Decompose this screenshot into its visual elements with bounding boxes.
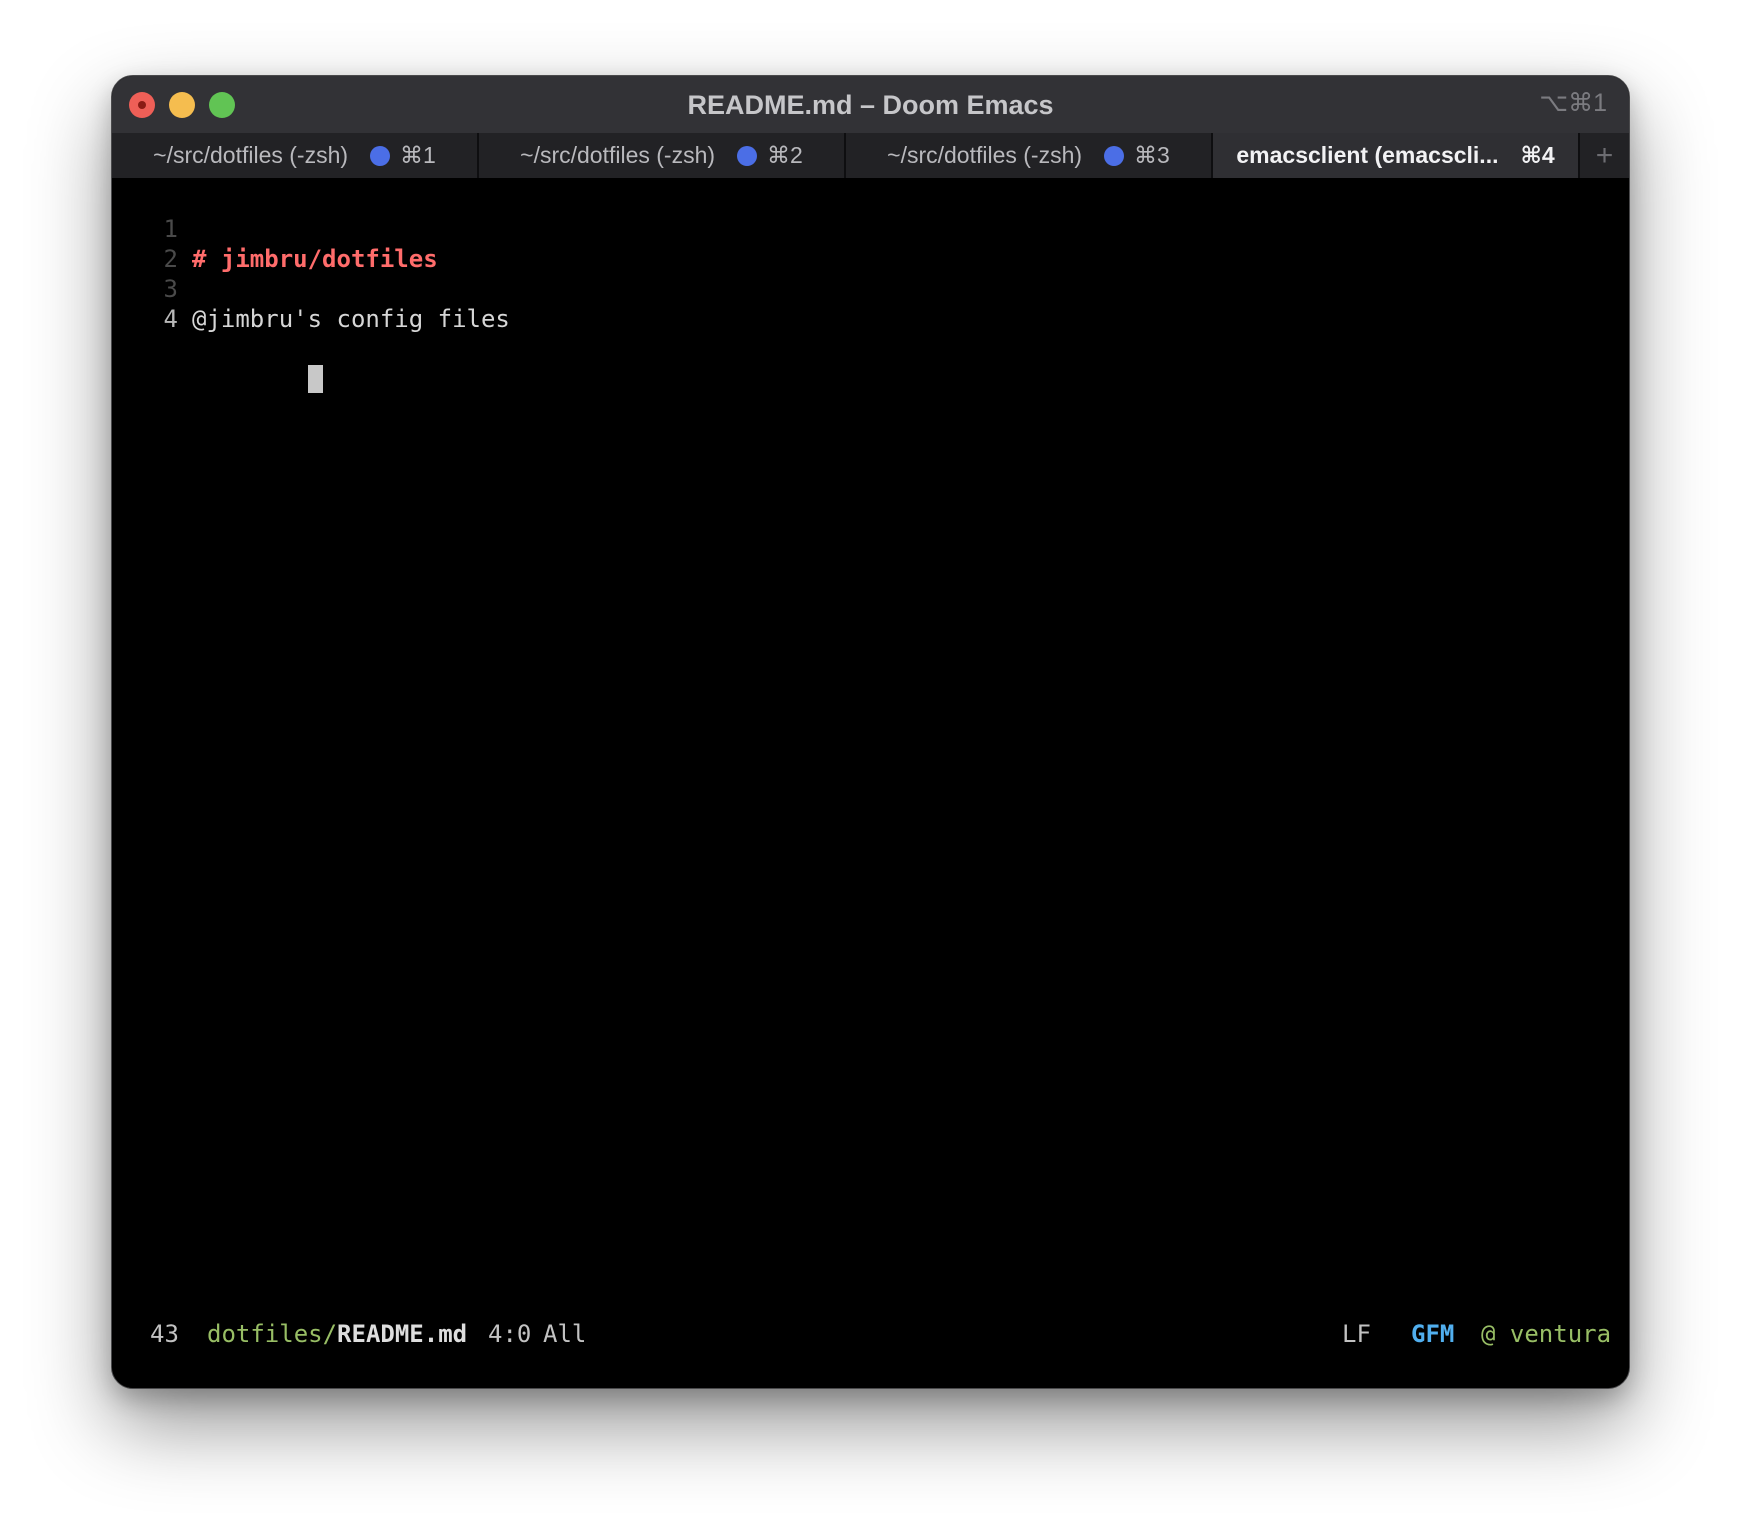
modeline-line-count: 43 bbox=[150, 1320, 179, 1348]
tab-4[interactable]: emacsclient (emacscli... ⌘4 bbox=[1213, 133, 1580, 178]
tab-shortcut: ⌘4 bbox=[1520, 142, 1555, 168]
editor-line: 3 @jimbru's config files bbox=[112, 244, 510, 333]
tab-activity-dot-icon bbox=[370, 145, 391, 166]
modeline-position: 4:0 bbox=[488, 1320, 532, 1348]
line-number: 4 bbox=[163, 305, 178, 333]
mode-line: 43 dotfiles/README.md 4:0 All LF GFM @ v… bbox=[112, 1296, 1629, 1388]
line-text bbox=[192, 334, 323, 424]
editor-buffer[interactable]: 1 # jimbru/dotfiles 2 3 @jimbru's config… bbox=[112, 178, 1629, 1296]
line-text: @jimbru's config files bbox=[192, 305, 510, 333]
line-text: # jimbru/dotfiles bbox=[192, 245, 438, 273]
modeline-dir: dotfiles/ bbox=[207, 1320, 338, 1348]
tab-label: ~/src/dotfiles (-zsh) bbox=[520, 142, 716, 168]
tab-label: emacsclient (emacscli... bbox=[1236, 142, 1499, 168]
tab-label: ~/src/dotfiles (-zsh) bbox=[153, 142, 349, 168]
modeline-eol: LF bbox=[1342, 1320, 1371, 1348]
tab-2[interactable]: ~/src/dotfiles (-zsh) ⌘2 bbox=[479, 133, 846, 178]
title-bar: README.md – Doom Emacs ⌥⌘1 bbox=[112, 76, 1629, 133]
editor-line: 4 bbox=[112, 274, 323, 393]
tab-1[interactable]: ~/src/dotfiles (-zsh) ⌘1 bbox=[112, 133, 479, 178]
terminal-window: README.md – Doom Emacs ⌥⌘1 ~/src/dotfile… bbox=[111, 75, 1630, 1389]
editor-line: 1 # jimbru/dotfiles bbox=[112, 184, 438, 273]
modeline-file: README.md bbox=[337, 1320, 468, 1348]
new-tab-button[interactable]: + bbox=[1580, 133, 1629, 178]
modeline-host: @ ventura bbox=[1481, 1320, 1612, 1348]
tab-shortcut: ⌘1 bbox=[400, 142, 436, 168]
modeline-buffer-path: dotfiles/README.md bbox=[207, 1320, 467, 1348]
window-title: README.md – Doom Emacs bbox=[687, 90, 1054, 120]
tab-bar: ~/src/dotfiles (-zsh) ⌘1 ~/src/dotfiles … bbox=[112, 133, 1629, 178]
editor-line: 2 bbox=[112, 214, 199, 273]
tab-activity-dot-icon bbox=[1104, 145, 1125, 166]
modeline-scroll: All bbox=[543, 1320, 587, 1348]
tab-shortcut: ⌘2 bbox=[767, 142, 803, 168]
text-cursor bbox=[307, 365, 323, 393]
window-shortcut: ⌥⌘1 bbox=[1539, 89, 1607, 117]
tab-activity-dot-icon bbox=[737, 145, 758, 166]
tab-3[interactable]: ~/src/dotfiles (-zsh) ⌘3 bbox=[846, 133, 1213, 178]
modeline-major-mode[interactable]: GFM bbox=[1411, 1320, 1454, 1348]
tab-label: ~/src/dotfiles (-zsh) bbox=[887, 142, 1083, 168]
tab-shortcut: ⌘3 bbox=[1134, 142, 1170, 168]
